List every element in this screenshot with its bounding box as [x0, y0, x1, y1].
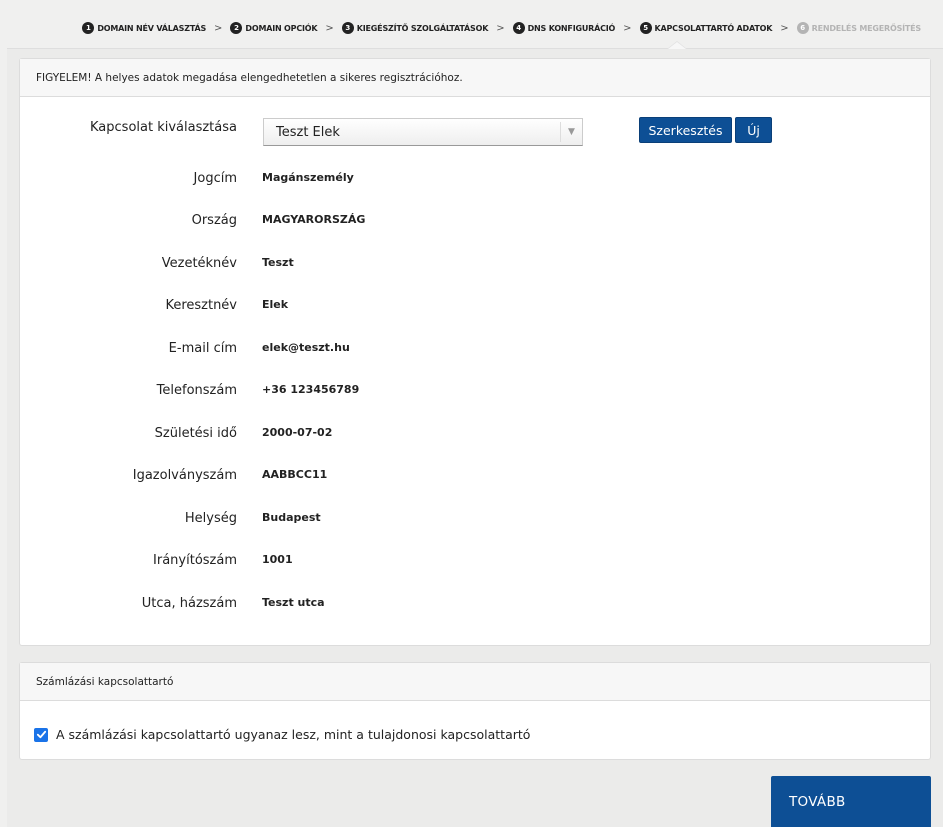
step-label: DNS KONFIGURÁCIÓ [527, 23, 616, 33]
step-separator: > [325, 22, 334, 34]
step-separator: > [214, 22, 223, 34]
warning-message: FIGYELEM! A helyes adatok megadása eleng… [20, 59, 930, 97]
field-row-email: E-mail cím elek@teszt.hu [20, 341, 930, 361]
field-row-utca: Utca, házszám Teszt utca [20, 596, 930, 616]
step-number: 4 [512, 22, 525, 34]
triangle-down-icon: ▼ [560, 122, 582, 142]
step-1[interactable]: 1 DOMAIN NÉV VÁLASZTÁS [82, 22, 206, 34]
field-value: elek@teszt.hu [262, 341, 350, 354]
field-row-jogcim: Jogcím Magánszemély [20, 171, 930, 191]
field-row-vezeteknev: Vezetéknév Teszt [20, 256, 930, 276]
field-value: Magánszemély [262, 171, 354, 184]
field-value: 2000-07-02 [262, 426, 333, 439]
field-value: Budapest [262, 511, 321, 524]
step-number: 2 [230, 22, 243, 34]
field-value: AABBCC11 [262, 468, 328, 481]
field-label: Irányítószám [153, 553, 237, 568]
field-label: E-mail cím [168, 341, 237, 356]
same-contact-checkbox[interactable] [34, 727, 48, 742]
contact-panel: FIGYELEM! A helyes adatok megadása eleng… [19, 58, 931, 646]
edit-contact-button[interactable]: Szerkesztés [639, 117, 732, 143]
step-separator: > [623, 22, 632, 34]
field-row-helyseg: Helység Budapest [20, 511, 930, 531]
field-row-iranyitoszam: Irányítószám 1001 [20, 553, 930, 573]
field-row-orszag: Ország MAGYARORSZÁG [20, 213, 930, 233]
field-label: Születési idő [154, 426, 237, 441]
billing-panel-title: Számlázási kapcsolattartó [20, 663, 930, 701]
new-contact-button[interactable]: Új [735, 117, 772, 143]
same-contact-label: A számlázási kapcsolattartó ugyanaz lesz… [56, 727, 531, 742]
step-label: DOMAIN OPCIÓK [245, 23, 318, 33]
field-value: +36 123456789 [262, 383, 360, 396]
step-label: KAPCSOLATTARTÓ ADATOK [654, 23, 773, 33]
field-value: MAGYARORSZÁG [262, 213, 366, 226]
step-4[interactable]: 4 DNS KONFIGURÁCIÓ [512, 22, 616, 34]
step-label: DOMAIN NÉV VÁLASZTÁS [97, 23, 207, 33]
contact-select-dropdown[interactable]: Teszt Elek ▼ [263, 118, 583, 146]
step-separator: > [496, 22, 505, 34]
step-number: 1 [82, 22, 95, 34]
field-row-keresztnev: Keresztnév Elek [20, 298, 930, 318]
checkout-stepper: 1 DOMAIN NÉV VÁLASZTÁS > 2 DOMAIN OPCIÓK… [82, 20, 921, 36]
step-3[interactable]: 3 KIEGÉSZÍTŐ SZOLGÁLTATÁSOK [341, 22, 489, 34]
field-label: Ország [191, 213, 237, 228]
billing-contact-panel: Számlázási kapcsolattartó A számlázási k… [19, 662, 931, 760]
current-step-indicator [667, 41, 687, 49]
step-separator: > [780, 22, 789, 34]
field-value: Teszt [262, 256, 294, 269]
step-6: 6 RENDELÉS MEGERŐSÍTÉS [796, 22, 922, 34]
field-label: Vezetéknév [161, 256, 237, 271]
field-label: Utca, házszám [141, 596, 237, 611]
step-label: RENDELÉS MEGERŐSÍTÉS [811, 23, 922, 33]
contact-select-value: Teszt Elek [276, 124, 340, 140]
step-5-current: 5 KAPCSOLATTARTÓ ADATOK [639, 22, 773, 34]
field-value: Teszt utca [262, 596, 325, 609]
field-row-igazolvanyszam: Igazolványszám AABBCC11 [20, 468, 930, 488]
field-value: Elek [262, 298, 289, 311]
step-number: 5 [639, 22, 652, 34]
field-label: Jogcím [193, 171, 237, 186]
step-number: 3 [341, 22, 354, 34]
field-value: 1001 [262, 553, 293, 566]
step-number: 6 [796, 22, 809, 34]
same-contact-option[interactable]: A számlázási kapcsolattartó ugyanaz lesz… [34, 727, 530, 742]
contact-select-label: Kapcsolat kiválasztása [90, 120, 237, 135]
field-label: Igazolványszám [132, 468, 237, 483]
checkmark-icon [36, 730, 46, 739]
next-button[interactable]: TOVÁBB [771, 776, 931, 827]
field-row-telefon: Telefonszám +36 123456789 [20, 383, 930, 403]
step-label: KIEGÉSZÍTŐ SZOLGÁLTATÁSOK [356, 23, 489, 33]
field-row-szuletesi-ido: Születési idő 2000-07-02 [20, 426, 930, 446]
step-2[interactable]: 2 DOMAIN OPCIÓK [230, 22, 318, 34]
field-label: Keresztnév [165, 298, 237, 313]
field-label: Helység [184, 511, 237, 526]
field-label: Telefonszám [156, 383, 237, 398]
